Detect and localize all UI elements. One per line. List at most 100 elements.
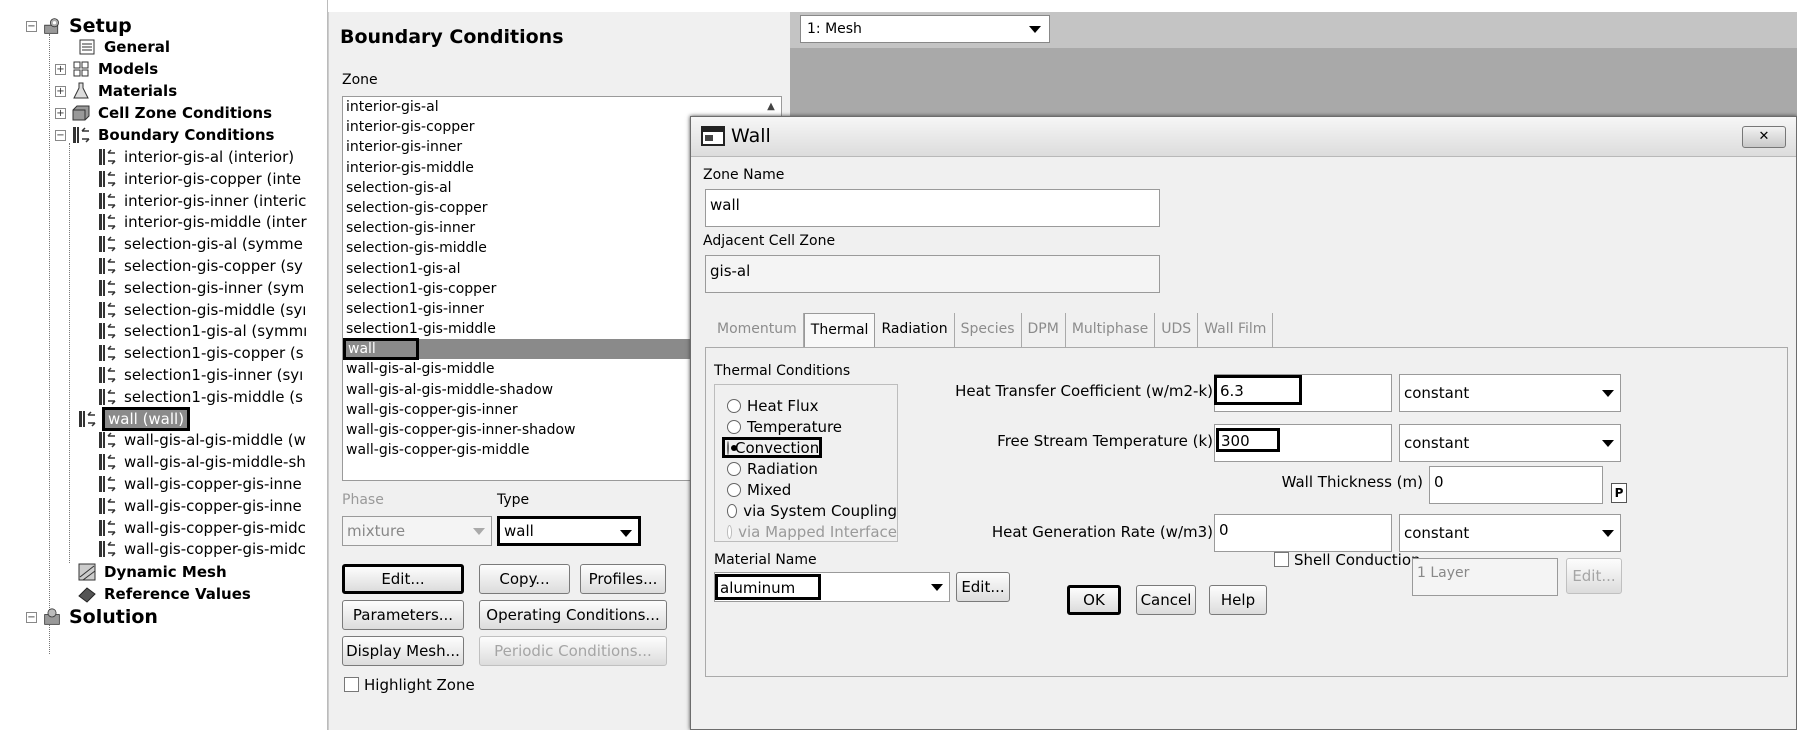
htc-method-select[interactable]: constant [1399, 374, 1621, 412]
tree-boundary-item[interactable]: wall-gis-copper-gis-inne [98, 494, 304, 518]
expand-icon[interactable]: + [55, 107, 66, 119]
boundary-zone-icon [98, 192, 116, 210]
radio-label: Heat Flux [747, 396, 819, 415]
tree-boundary-item[interactable]: selection1-gis-al (symmı [98, 319, 309, 343]
highlight-zone-checkbox[interactable]: Highlight Zone [344, 676, 475, 694]
tree-boundary-item[interactable]: wall-gis-copper-gis-midc [98, 537, 308, 561]
tree-solution[interactable]: − Solution [26, 605, 160, 629]
tree-boundary-item[interactable]: interior-gis-inner (interic [98, 189, 308, 213]
tree-general[interactable]: General [78, 35, 172, 59]
ok-button[interactable]: OK [1067, 585, 1121, 615]
tree-boundary-item[interactable]: selection-gis-al (symme [98, 232, 305, 256]
radio-button-icon[interactable] [727, 419, 741, 434]
type-select[interactable]: wall [497, 516, 641, 546]
tab-multiphase[interactable]: Multiphase [1066, 313, 1156, 347]
tree-cell-zone-conditions[interactable]: + Cell Zone Conditions [55, 101, 274, 125]
zone-list-item[interactable]: interior-gis-al [343, 97, 781, 117]
parameters-button[interactable]: Parameters... [342, 600, 464, 630]
edit-button[interactable]: Edit... [342, 564, 464, 594]
graphics-window-select[interactable]: 1: Mesh [800, 15, 1050, 43]
operating-conditions-button[interactable]: Operating Conditions... [479, 600, 667, 630]
tab-momentum[interactable]: Momentum [711, 313, 804, 347]
thermal-conditions-label: Thermal Conditions [714, 363, 851, 379]
tree-boundary-item[interactable]: wall (wall) [78, 406, 191, 431]
tree-materials[interactable]: + Materials [55, 79, 179, 103]
material-select[interactable]: aluminum [714, 572, 950, 602]
tree-boundary-item[interactable]: selection1-gis-copper (s [98, 341, 306, 365]
collapse-icon[interactable]: − [55, 129, 66, 141]
tree-models[interactable]: + Models [55, 57, 160, 81]
radio-button-icon[interactable] [727, 398, 741, 413]
hgr-method-select[interactable]: constant [1399, 514, 1621, 552]
dialog-title: Wall [731, 125, 771, 147]
radio-via-system-coupling[interactable]: via System Coupling [727, 500, 897, 521]
tree-solution-label: Solution [69, 606, 158, 628]
wall-thickness-input[interactable]: 0 [1429, 466, 1603, 504]
help-button[interactable]: Help [1209, 585, 1267, 615]
material-edit-button[interactable]: Edit... [956, 572, 1010, 602]
copy-button[interactable]: Copy... [479, 564, 570, 594]
radio-button-icon[interactable] [727, 482, 741, 497]
tree-dynamic-mesh[interactable]: Dynamic Mesh [78, 560, 229, 584]
checkbox-icon[interactable] [344, 677, 359, 692]
radio-convection[interactable]: Convection [722, 437, 822, 458]
fst-method-select[interactable]: constant [1399, 424, 1621, 462]
tree-boundary-conditions[interactable]: − Boundary Conditions [55, 123, 276, 147]
tree-boundary-item[interactable]: interior-gis-copper (inte [98, 167, 303, 191]
tree-boundary-item[interactable]: selection1-gis-middle (s [98, 385, 305, 409]
tree-boundary-item[interactable]: interior-gis-al (interior) [98, 145, 296, 169]
close-button[interactable]: ✕ [1742, 126, 1786, 148]
tree-boundary-item[interactable]: selection-gis-copper (sy [98, 254, 305, 278]
radio-heat-flux[interactable]: Heat Flux [727, 395, 897, 416]
cancel-button[interactable]: Cancel [1136, 585, 1196, 615]
collapse-icon[interactable]: − [26, 611, 37, 623]
radio-mixed[interactable]: Mixed [727, 479, 897, 500]
hgr-input[interactable]: 0 [1214, 514, 1392, 552]
parameter-button[interactable]: P [1611, 483, 1627, 503]
tab-radiation[interactable]: Radiation [875, 313, 955, 347]
tree-boundary-item[interactable]: selection1-gis-inner (syı [98, 363, 305, 387]
expand-icon[interactable]: + [55, 85, 66, 97]
zone-label: Zone [342, 72, 378, 88]
shell-conduction-checkbox[interactable]: Shell Conduction [1274, 551, 1421, 569]
radio-button-icon[interactable] [727, 503, 738, 518]
tree-reference-values[interactable]: Reference Values [78, 582, 253, 606]
radio-radiation[interactable]: Radiation [727, 458, 897, 479]
zone-list-item-label: wall-gis-copper-gis-inner [346, 401, 518, 418]
tree-boundary-item-label: wall-gis-copper-gis-midc [124, 518, 306, 537]
tab-species[interactable]: Species [955, 313, 1022, 347]
collapse-icon[interactable]: − [26, 20, 37, 32]
fst-input[interactable]: 300 [1214, 424, 1392, 462]
tab-uds[interactable]: UDS [1155, 313, 1199, 347]
tree-boundary-item[interactable]: wall-gis-copper-gis-inne [98, 472, 304, 496]
tree-boundary-item[interactable]: interior-gis-middle (inter [98, 210, 309, 234]
chevron-down-icon [1602, 390, 1614, 397]
checkbox-icon[interactable] [1274, 552, 1289, 567]
tree-boundary-item-label: selection-gis-inner (sym [124, 278, 305, 297]
dialog-titlebar[interactable]: Wall ✕ [691, 117, 1796, 157]
radio-button-icon[interactable] [727, 524, 733, 539]
radio-label: Temperature [747, 417, 843, 436]
display-mesh-button[interactable]: Display Mesh... [342, 636, 464, 666]
zone-list-item-label: selection-gis-middle [346, 240, 487, 257]
radio-temperature[interactable]: Temperature [727, 416, 897, 437]
tab-dpm[interactable]: DPM [1022, 313, 1066, 347]
radio-button-icon[interactable] [727, 461, 741, 476]
tree-boundary-item[interactable]: selection-gis-inner (sym [98, 276, 306, 300]
tree-boundary-item[interactable]: selection-gis-middle (syı [98, 298, 308, 322]
tree-boundary-item[interactable]: wall-gis-al-gis-middle (w [98, 428, 308, 452]
boundary-zone-icon [98, 431, 116, 449]
expand-icon[interactable]: + [55, 63, 66, 75]
tab-wall-film[interactable]: Wall Film [1198, 313, 1274, 347]
profiles-button[interactable]: Profiles... [580, 564, 666, 594]
scroll-up-icon[interactable]: ▲ [761, 97, 781, 117]
tab-thermal[interactable]: Thermal [803, 313, 876, 347]
tree-boundary-item-label: selection1-gis-copper (s [124, 344, 304, 363]
radio-button-icon[interactable] [727, 440, 737, 455]
tree-boundary-item[interactable]: wall-gis-copper-gis-midc [98, 516, 308, 540]
htc-label: Heat Transfer Coefficient (w/m2-k) [955, 382, 1213, 400]
zone-name-input[interactable]: wall [705, 189, 1160, 227]
htc-input[interactable]: 6.3 [1214, 374, 1392, 412]
tree-boundary-item[interactable]: wall-gis-al-gis-middle-sh [98, 450, 308, 474]
window-icon [701, 126, 725, 150]
